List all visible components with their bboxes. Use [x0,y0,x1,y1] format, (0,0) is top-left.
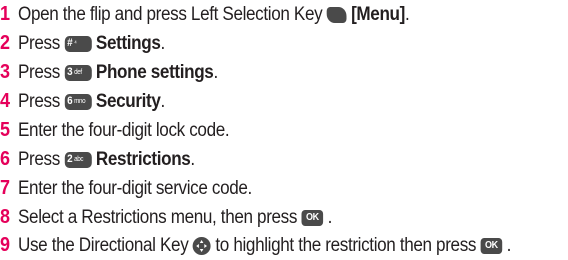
phone-settings-label: Phone settings [95,61,214,83]
step-text: to highlight the restriction then press [215,234,477,256]
step-text: Enter the four-digit lock code. [18,119,230,141]
key-digit: 2 [67,153,73,165]
step-text: Enter the four-digit service code. [18,177,252,199]
step-text: Press [18,148,60,170]
ok-key-icon: OK [480,237,503,254]
key-3-icon: 3 def [64,64,92,81]
key-letters: mno [74,98,86,105]
step-number: 9 [0,234,10,256]
key-6-icon: 6 mno [64,93,92,110]
ok-key-icon: OK [301,209,324,226]
key-letters: ⁴ [74,40,77,47]
step-text: Open the flip and press Left Selection K… [18,3,323,25]
step-punct: . [404,3,410,25]
step-text: Press [18,90,60,112]
step-number: 1 [0,3,10,25]
step-3: 3 Press 3 def Phone settings. [0,58,218,87]
key-digit: 3 [67,66,73,78]
step-4: 4 Press 6 mno Security. [0,87,165,116]
step-number: 4 [0,90,10,112]
step-punct: . [160,32,166,54]
hash-key-icon: # ⁴ [64,35,92,52]
step-6: 6 Press 2 abc Restrictions. [0,145,195,174]
settings-label: Settings [95,32,161,54]
step-number: 2 [0,32,10,54]
left-softkey-icon [326,6,347,23]
restrictions-label: Restrictions [95,148,191,170]
key-digit: 6 [67,95,73,107]
step-number: 7 [0,177,10,199]
step-number: 3 [0,61,10,83]
step-1: 1 Open the flip and press Left Selection… [0,0,410,29]
step-8: 8 Select a Restrictions menu, then press… [0,203,332,232]
key-letters: abc [74,156,84,163]
step-punct: . [190,148,195,170]
key-digit: # [67,37,73,49]
step-text: Press [18,61,60,83]
key-2-icon: 2 abc [64,151,92,168]
step-punct: . [327,206,333,228]
step-text: Use the Directional Key [18,234,189,256]
security-label: Security [95,90,161,112]
step-5: 5 Enter the four-digit lock code. [0,116,230,145]
step-punct: . [160,90,166,112]
step-number: 6 [0,148,10,170]
step-text: Select a Restrictions menu, then press [18,206,298,228]
step-punct: . [213,61,218,83]
step-number: 8 [0,206,10,228]
menu-label: [Menu] [351,3,405,25]
dpad-arrows-icon [196,239,208,252]
step-7: 7 Enter the four-digit service code. [0,174,252,203]
instruction-list: 1 Open the flip and press Left Selection… [0,0,568,259]
step-9: 9 Use the Directional Key to highlight t… [0,231,511,260]
key-letters: def [74,69,82,76]
directional-key-icon [192,236,211,255]
step-punct: . [506,234,512,256]
step-2: 2 Press # ⁴ Settings. [0,29,165,58]
step-number: 5 [0,119,10,141]
step-text: Press [18,32,60,54]
